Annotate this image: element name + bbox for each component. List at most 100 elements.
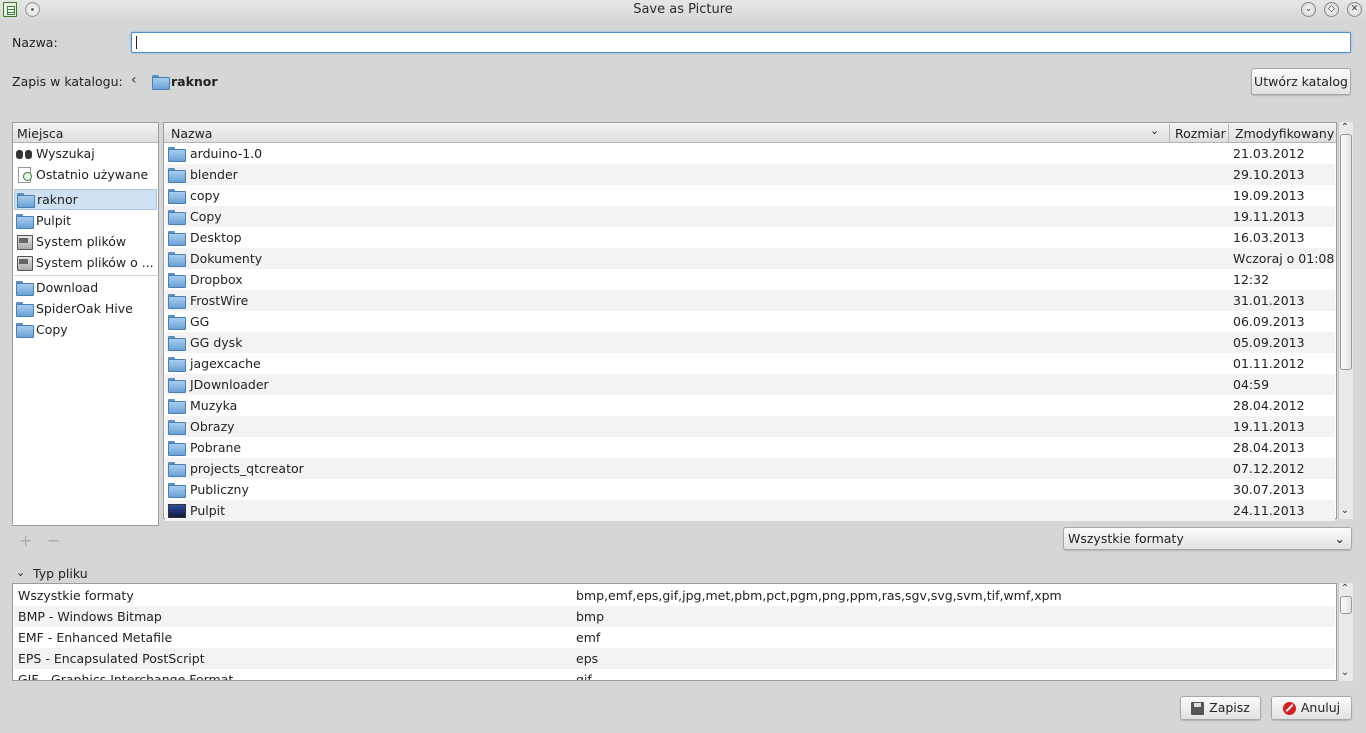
file-type-name: GIF - Graphics Interchange Format	[18, 672, 234, 680]
file-modified: 19.11.2013	[1233, 209, 1305, 224]
save-label: Zapisz	[1209, 700, 1250, 715]
file-row[interactable]: Obrazy 19.11.2013	[165, 416, 1335, 437]
file-name: Publiczny	[190, 482, 249, 497]
file-row[interactable]: JDownloader 04:59	[165, 374, 1335, 395]
file-name-cell: copy	[168, 188, 220, 204]
file-row[interactable]: Pobrane 28.04.2013	[165, 437, 1335, 458]
file-row[interactable]: blender 29.10.2013	[165, 164, 1335, 185]
file-name: Pobrane	[190, 440, 242, 455]
filter-select[interactable]: Wszystkie formaty ⌄	[1063, 527, 1352, 550]
file-row[interactable]: Dokumenty Wczoraj o 01:08	[165, 248, 1335, 269]
file-row[interactable]: projects_qtcreator 07.12.2012	[165, 458, 1335, 479]
remove-bookmark-icon[interactable]: −	[47, 531, 60, 550]
column-name[interactable]: Nazwa	[171, 126, 212, 141]
file-row[interactable]: Dropbox 12:32	[165, 269, 1335, 290]
folder-icon	[168, 252, 186, 267]
folder-icon	[16, 214, 34, 229]
maximize-icon[interactable]: ◇	[1324, 2, 1339, 17]
file-type-toggle[interactable]: Typ pliku	[33, 566, 88, 581]
place-recent[interactable]: Ostatnio używane	[14, 164, 157, 185]
place-filesystem-2[interactable]: System plików o ...	[14, 252, 157, 273]
file-name: blender	[190, 167, 238, 182]
place-label: raknor	[37, 192, 78, 207]
file-name: Copy	[190, 209, 222, 224]
create-folder-button[interactable]: Utwórz katalog	[1251, 68, 1351, 95]
place-label: System plików o ...	[36, 255, 154, 270]
column-divider	[1228, 124, 1229, 142]
scrollbar-thumb[interactable]	[1340, 596, 1352, 614]
file-row[interactable]: copy 19.09.2013	[165, 185, 1335, 206]
scroll-down-icon[interactable]: ⌄	[1338, 505, 1352, 516]
file-type-extensions: bmp	[576, 609, 605, 624]
file-name: GG	[190, 314, 210, 329]
chevron-down-icon: ⌄	[1334, 531, 1345, 546]
file-name-cell: Pulpit	[168, 503, 225, 518]
file-modified: 28.04.2013	[1233, 440, 1305, 455]
file-modified: Wczoraj o 01:08	[1233, 251, 1335, 266]
minimize-icon[interactable]: ⌄	[1301, 2, 1316, 17]
folder-icon	[168, 273, 186, 288]
place-label: Pulpit	[36, 213, 72, 228]
file-type-row[interactable]: Wszystkie formaty bmp,emf,eps,gif,jpg,met…	[14, 585, 1335, 606]
file-modified: 28.04.2012	[1233, 398, 1305, 413]
scroll-up-icon[interactable]: ⌃	[1338, 583, 1352, 594]
folder-icon	[168, 210, 186, 225]
folder-icon	[168, 420, 186, 435]
file-row[interactable]: GG dysk 05.09.2013	[165, 332, 1335, 353]
file-row[interactable]: Pulpit 24.11.2013	[165, 500, 1335, 521]
file-type-row[interactable]: GIF - Graphics Interchange Format gif	[14, 669, 1335, 680]
file-type-row[interactable]: EPS - Encapsulated PostScript eps	[14, 648, 1335, 669]
sort-chevron-icon[interactable]: ⌄	[1150, 124, 1159, 137]
expander-chevron-icon[interactable]: ⌄	[16, 566, 25, 579]
file-name-cell: Dokumenty	[168, 251, 262, 267]
folder-icon	[168, 462, 186, 477]
save-button[interactable]: Zapisz	[1180, 696, 1261, 720]
file-type-row[interactable]: BMP - Windows Bitmap bmp	[14, 606, 1335, 627]
file-name-cell: projects_qtcreator	[168, 461, 304, 477]
file-modified: 16.03.2013	[1233, 230, 1305, 245]
file-name-cell: Copy	[168, 209, 222, 225]
places-divider	[14, 275, 157, 276]
file-modified: 29.10.2013	[1233, 167, 1305, 182]
file-row[interactable]: Copy 19.11.2013	[165, 206, 1335, 227]
back-chevron-icon[interactable]: ‹	[131, 72, 137, 88]
file-name-cell: Publiczny	[168, 482, 249, 498]
scroll-down-icon[interactable]: ⌄	[1338, 667, 1352, 678]
file-name-cell: GG dysk	[168, 335, 243, 351]
column-modified[interactable]: Zmodyfikowany	[1235, 126, 1334, 141]
file-name: GG dysk	[190, 335, 243, 350]
path-button-raknor[interactable]: raknor	[152, 74, 218, 90]
file-row[interactable]: Muzyka 28.04.2012	[165, 395, 1335, 416]
column-size[interactable]: Rozmiar	[1175, 126, 1226, 141]
desktop-icon	[168, 503, 186, 518]
scroll-up-icon[interactable]: ⌃	[1338, 122, 1352, 133]
file-name: FrostWire	[190, 293, 249, 308]
add-bookmark-icon[interactable]: +	[19, 531, 32, 550]
place-copy[interactable]: Copy	[14, 319, 157, 340]
file-row[interactable]: jagexcache 01.11.2012	[165, 353, 1335, 374]
file-row[interactable]: GG 06.09.2013	[165, 311, 1335, 332]
place-label: Download	[36, 280, 99, 295]
close-icon[interactable]: ✕	[1347, 2, 1362, 17]
file-row[interactable]: arduino-1.0 21.03.2012	[165, 143, 1335, 164]
place-pulpit[interactable]: Pulpit	[14, 210, 157, 231]
file-type-row[interactable]: EMF - Enhanced Metafile emf	[14, 627, 1335, 648]
place-download[interactable]: Download	[14, 277, 157, 298]
place-spideroak[interactable]: SpiderOak Hive	[14, 298, 157, 319]
place-filesystem[interactable]: System plików	[14, 231, 157, 252]
file-modified: 04:59	[1233, 377, 1270, 392]
file-row[interactable]: Publiczny 30.07.2013	[165, 479, 1335, 500]
scrollbar-thumb[interactable]	[1340, 134, 1352, 370]
file-row[interactable]: FrostWire 31.01.2013	[165, 290, 1335, 311]
place-wyszukaj[interactable]: Wyszukaj	[14, 143, 157, 164]
filename-input[interactable]	[131, 32, 1351, 53]
file-name: jagexcache	[190, 356, 261, 371]
save-in-label: Zapis w katalogu:	[12, 74, 123, 89]
name-label: Nazwa:	[12, 35, 58, 50]
file-modified: 19.11.2013	[1233, 419, 1305, 434]
file-type-name: EPS - Encapsulated PostScript	[18, 651, 205, 666]
place-raknor[interactable]: raknor	[14, 189, 157, 210]
file-row[interactable]: Desktop 16.03.2013	[165, 227, 1335, 248]
home-folder-icon	[152, 75, 170, 90]
cancel-button[interactable]: Anuluj	[1271, 696, 1352, 720]
